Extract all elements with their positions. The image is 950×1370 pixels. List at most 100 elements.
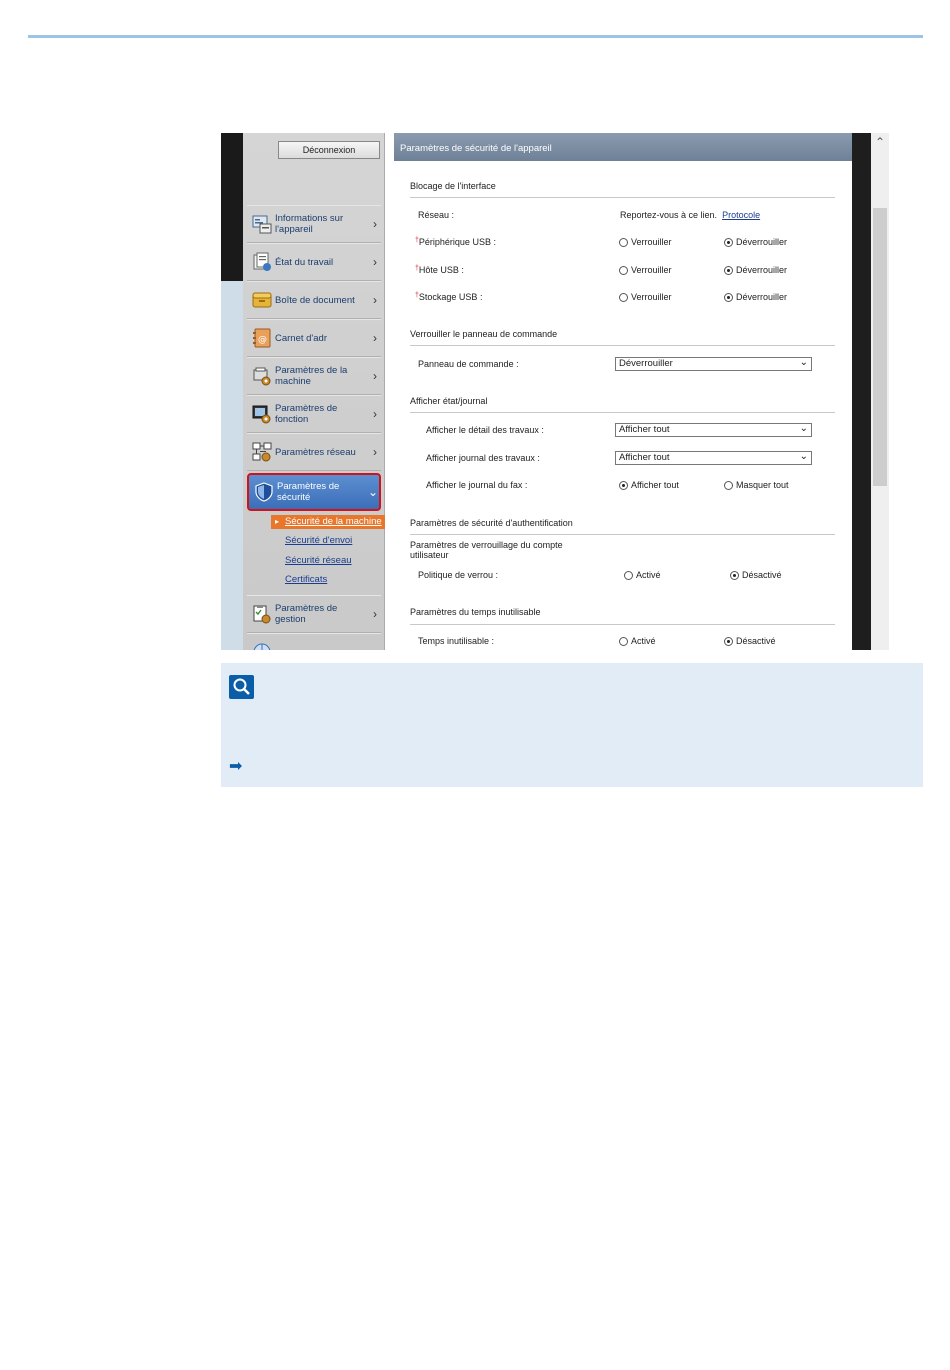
divider [410,197,835,198]
radio-off-icon [619,292,628,302]
radio-off-icon [619,636,628,646]
device-info-icon [251,213,273,235]
section-title-status-log: Afficher état/journal [410,396,488,406]
subitem-machine-security[interactable]: Sécurité de la machine [271,515,399,529]
screenshot-frame: Déconnexion Informations sur l'appareil … [221,133,889,650]
usb-device-lock-radio[interactable]: Verrouiller [619,237,672,247]
divider [410,624,835,625]
usb-device-label: †Périphérique USB : [415,237,496,247]
document-box-icon [251,289,273,311]
sidebar-item-label: Carnet d'adr [275,332,327,344]
operation-panel-label: Panneau de commande : [418,359,519,369]
usb-host-lock-radio[interactable]: Verrouiller [619,265,672,275]
globe-icon [251,641,273,650]
radio-on-icon [730,570,739,580]
sidebar-item-label: Boîte de document [275,294,355,306]
chevron-down-icon: ⌄ [799,357,808,368]
left-strip [221,133,243,650]
section-title-idle: Paramètres du temps inutilisable [410,607,541,617]
protocol-link[interactable]: Protocole [722,210,760,220]
job-log-label: Afficher journal des travaux : [426,453,540,463]
network-label: Réseau : [418,210,455,220]
radio-label: Masquer tout [736,480,789,490]
idle-time-label: Temps inutilisable : [418,636,495,646]
sidebar-item-label: Paramètres de la machine [275,365,348,387]
sidebar-item-machine-settings[interactable]: Paramètres de la machine › [247,357,381,395]
network-value: Reportez-vous à ce lien. Protocole [620,210,760,220]
usb-storage-unlock-radio[interactable]: Déverrouiller [724,292,787,302]
idle-time-on-radio[interactable]: Activé [619,636,656,646]
sidebar-item-label: Paramètres de sécurité [277,481,340,503]
usb-host-unlock-radio[interactable]: Déverrouiller [724,265,787,275]
operation-panel-select[interactable]: Déverrouiller ⌄ [615,357,812,371]
lockout-policy-on-radio[interactable]: Activé [624,570,661,580]
note-panel: ➡ [221,663,923,787]
select-value: Déverrouiller [619,358,673,369]
chevron-down-icon: ⌄ [799,451,808,462]
radio-label: Déverrouiller [736,237,788,247]
sidebar-item-label: Paramètres réseau [275,446,356,458]
section-title-panel-lock: Verrouiller le panneau de commande [410,329,558,339]
radio-label: Afficher tout [631,480,679,490]
divider [410,345,835,346]
chevron-right-icon: › [373,217,377,231]
machine-settings-icon [251,365,273,387]
sidebar-item-partial[interactable] [247,633,381,650]
chevron-right-icon: › [373,407,377,421]
sidebar-item-management-settings[interactable]: Paramètres de gestion › [247,595,381,633]
sidebar-item-label: Informations sur l'appareil [275,213,344,235]
radio-off-icon [619,237,628,247]
radio-label: Désactivé [742,570,782,580]
lockout-settings-label: Paramètres de verrouillage du compte uti… [410,540,563,560]
chevron-right-icon: › [373,369,377,383]
chevron-right-icon: › [373,331,377,345]
usb-host-label-text: Hôte USB : [418,265,464,275]
select-value: Afficher tout [619,452,670,463]
radio-label: Déverrouiller [736,265,788,275]
idle-time-off-radio[interactable]: Désactivé [724,636,776,646]
shield-icon [253,481,275,503]
sidebar-item-address-book[interactable]: @ Carnet d'adr › [247,319,381,357]
scrollbar-thumb[interactable] [873,208,887,486]
usb-storage-lock-radio[interactable]: Verrouiller [619,292,672,302]
network-value-text: Reportez-vous à ce lien. [620,210,718,220]
sidebar-item-label: État du travail [275,256,334,268]
sidebar-item-security-settings[interactable]: Paramètres de sécurité ⌄ [247,473,381,511]
radio-off-icon [724,480,733,490]
sidebar-item-label: Paramètres de gestion [275,603,338,625]
sidebar-item-label: Paramètres de fonction [275,403,338,425]
fax-log-hide-all-radio[interactable]: Masquer tout [724,480,789,490]
usb-device-label-text: Périphérique USB : [418,237,496,247]
sidebar-item-function-settings[interactable]: Paramètres de fonction › [247,395,381,433]
sidebar-item-job-status[interactable]: État du travail › [247,243,381,281]
content-header: Paramètres de sécurité de l'appareil [394,133,856,161]
lockout-policy-off-radio[interactable]: Désactivé [730,570,782,580]
fax-log-show-all-radio[interactable]: Afficher tout [619,480,679,490]
chevron-up-icon[interactable]: ⌃ [871,135,889,149]
sidebar-item-network-settings[interactable]: Paramètres réseau › [247,433,381,471]
radio-label: Verrouiller [631,292,672,302]
radio-label: Déverrouiller [736,292,788,302]
sidebar-item-document-box[interactable]: Boîte de document › [247,281,381,319]
usb-host-label: †Hôte USB : [415,265,464,275]
address-book-icon: @ [251,327,273,349]
radio-on-icon [724,265,733,275]
scrollbar-area: ⌃ [852,133,889,650]
radio-label: Désactivé [736,636,776,646]
radio-on-icon [724,292,733,302]
note-magnifier-icon [229,675,254,699]
divider [410,534,835,535]
usb-storage-label-text: Stockage USB : [418,292,483,302]
sidebar-item-device-info[interactable]: Informations sur l'appareil › [247,205,381,243]
job-log-select[interactable]: Afficher tout ⌄ [615,451,812,465]
job-detail-select[interactable]: Afficher tout ⌄ [615,423,812,437]
radio-off-icon [619,265,628,275]
logout-button[interactable]: Déconnexion [278,141,380,159]
radio-label: Activé [631,636,656,646]
chevron-down-icon: ⌄ [799,423,808,434]
usb-device-unlock-radio[interactable]: Déverrouiller [724,237,787,247]
radio-off-icon [624,570,633,580]
radio-on-icon [619,480,628,490]
management-settings-icon [251,603,273,625]
radio-label: Verrouiller [631,265,672,275]
